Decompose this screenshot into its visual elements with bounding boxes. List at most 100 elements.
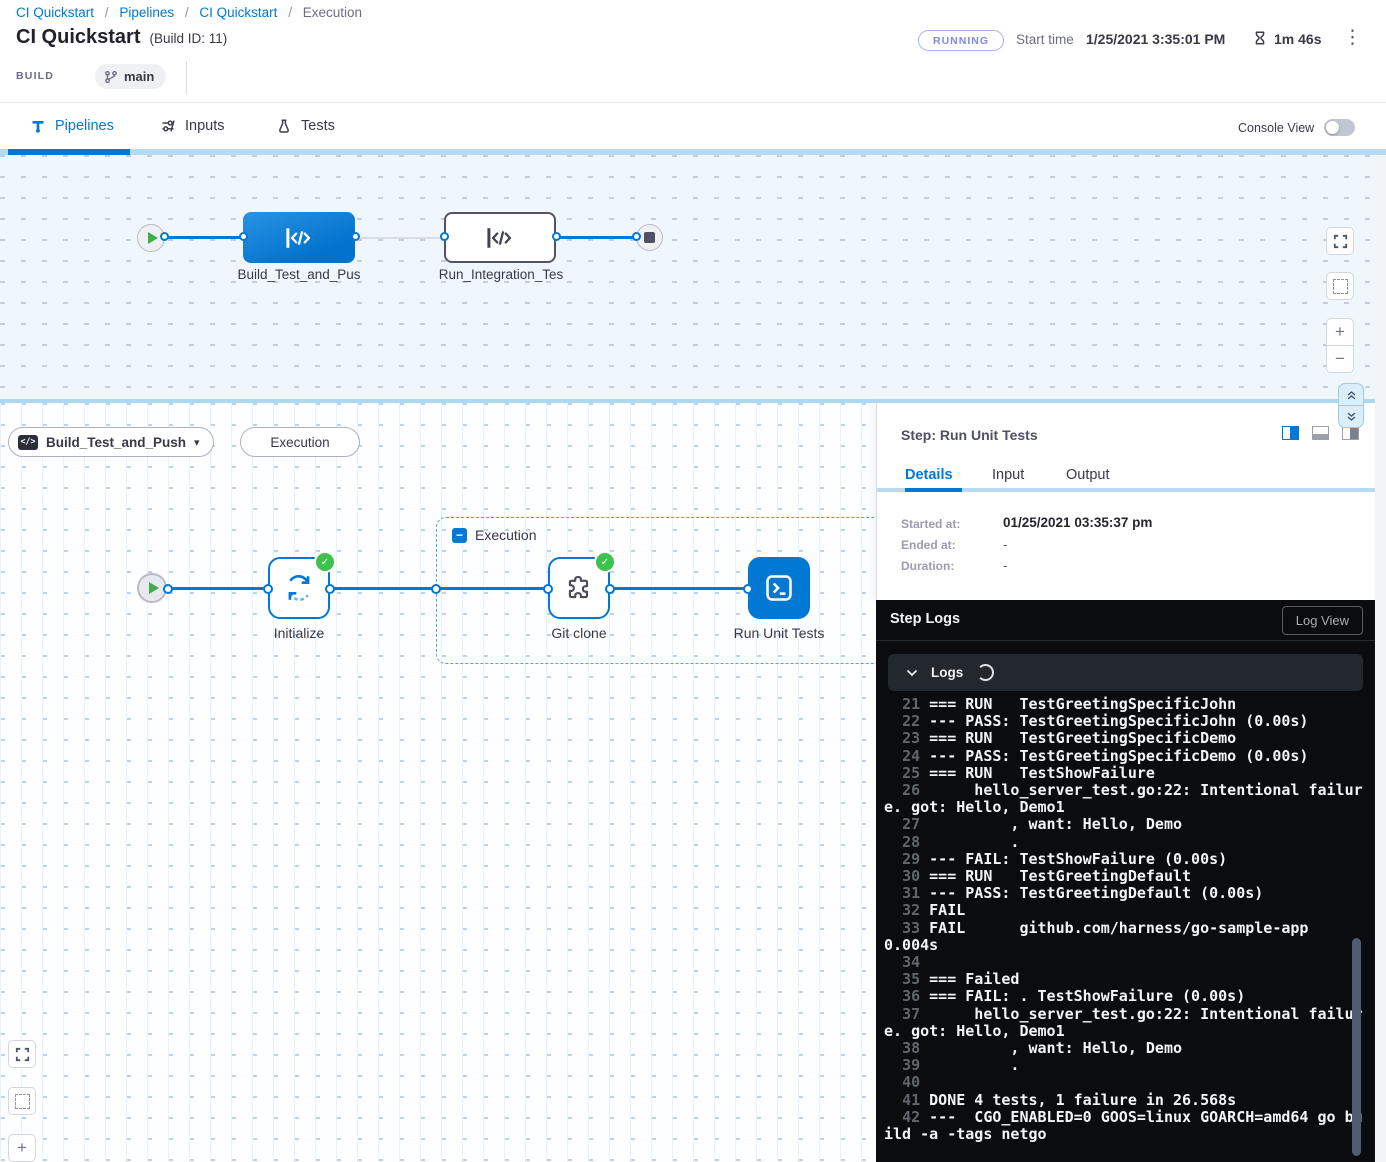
- logs-section-header[interactable]: Logs: [888, 654, 1363, 691]
- port: [325, 584, 335, 594]
- log-line: 33 FAIL github.com/harness/go-sample-app…: [884, 920, 1363, 954]
- step-label: Run Unit Tests: [704, 625, 854, 641]
- tab-inputs[interactable]: Inputs: [160, 118, 225, 134]
- chevron-down-icon: ▾: [194, 436, 200, 449]
- collapse-down-button[interactable]: [1339, 406, 1363, 427]
- code-stage-icon: [484, 226, 516, 250]
- log-line: 41 DONE 4 tests, 1 failure in 26.568s: [884, 1092, 1363, 1109]
- breadcrumb-current: Execution: [303, 5, 362, 20]
- zoom-in-button[interactable]: +: [1327, 319, 1353, 346]
- header-hairline: [0, 102, 1386, 103]
- log-line: 25 === RUN TestShowFailure: [884, 765, 1363, 782]
- port: [160, 232, 169, 241]
- marquee-select-button[interactable]: [1326, 272, 1354, 300]
- detail-value: -: [1003, 558, 1007, 573]
- double-chevron-down-icon: [1345, 411, 1358, 423]
- step-panel-title: Step: Run Unit Tests: [901, 427, 1038, 443]
- log-line-text: FAIL github.com/harness/go-sample-app 0.…: [884, 919, 1354, 954]
- log-line-text: --- FAIL: TestShowFailure (0.00s): [929, 850, 1227, 868]
- terminal-icon: [763, 572, 795, 604]
- breadcrumb-link[interactable]: CI Quickstart: [16, 5, 94, 20]
- log-line-number: 38: [884, 1039, 929, 1057]
- breadcrumb-separator: /: [288, 5, 292, 20]
- tab-label: Inputs: [185, 118, 225, 134]
- log-line: 21 === RUN TestGreetingSpecificJohn: [884, 696, 1363, 713]
- log-line: 32 FAIL: [884, 902, 1363, 919]
- log-line: 40: [884, 1074, 1363, 1091]
- start-time-label: Start time: [1016, 32, 1074, 47]
- step-node-git-clone[interactable]: ✓: [548, 557, 610, 619]
- tab-details[interactable]: Details: [905, 467, 953, 483]
- log-line: 35 === Failed: [884, 971, 1363, 988]
- port: [440, 232, 449, 241]
- log-line-text: === RUN TestShowFailure: [929, 764, 1155, 782]
- toggle-knob: [1326, 121, 1339, 134]
- marquee-select-button[interactable]: [8, 1087, 36, 1115]
- log-line-text: --- CGO_ENABLED=0 GOOS=linux GOARCH=amd6…: [884, 1108, 1363, 1143]
- detail-label: Ended at:: [901, 538, 956, 552]
- success-check-icon: ✓: [314, 551, 336, 573]
- step-node-run-unit-tests[interactable]: [748, 557, 810, 619]
- log-scrollbar[interactable]: [1352, 938, 1361, 1156]
- log-view-button[interactable]: Log View: [1282, 606, 1363, 635]
- zoom-out-button[interactable]: −: [1327, 346, 1353, 372]
- log-line-text: FAIL: [929, 901, 965, 919]
- zoom-in-button[interactable]: +: [8, 1134, 36, 1162]
- detail-value: -: [1003, 537, 1007, 552]
- log-line-number: 21: [884, 695, 929, 713]
- canvas-split-divider[interactable]: [0, 399, 1386, 403]
- log-line-number: 30: [884, 867, 929, 885]
- pipeline-canvas[interactable]: [0, 155, 1386, 399]
- log-line-text: hello_server_test.go:22: Intentional fai…: [884, 1005, 1363, 1040]
- breadcrumb-link[interactable]: CI Quickstart: [199, 5, 277, 20]
- port: [263, 584, 273, 594]
- scroll-gutter: [1375, 155, 1386, 1162]
- step-node-initialize[interactable]: ✓: [268, 557, 330, 619]
- tab-output[interactable]: Output: [1066, 467, 1110, 483]
- log-line-text: === RUN TestGreetingDefault: [929, 867, 1191, 885]
- zoom-controls: + −: [1326, 318, 1354, 373]
- elapsed-time: 1m 46s: [1274, 31, 1321, 47]
- detail-label: Duration:: [901, 559, 954, 573]
- stage-node-build-test-and-push[interactable]: [243, 212, 355, 263]
- detail-label: Started at:: [901, 517, 960, 531]
- log-line: 27 , want: Hello, Demo: [884, 816, 1363, 833]
- tab-input[interactable]: Input: [992, 467, 1024, 483]
- branch-chip[interactable]: main: [95, 64, 166, 89]
- edge: [610, 587, 748, 590]
- layout-bottom-button[interactable]: [1312, 426, 1329, 440]
- code-chip-icon: </>: [18, 435, 38, 450]
- tab-pipelines[interactable]: Pipelines: [30, 118, 114, 134]
- collapse-group-button[interactable]: −: [452, 528, 467, 543]
- stage-node-run-integration-tests[interactable]: [444, 212, 556, 263]
- execution-pill[interactable]: Execution: [240, 427, 360, 457]
- step-logs-panel: Step Logs Log View Logs 21 === RUN TestG…: [876, 600, 1375, 1162]
- breadcrumb-link[interactable]: Pipelines: [119, 5, 174, 20]
- step-logs-title: Step Logs: [890, 611, 960, 627]
- header-divider: [186, 61, 187, 94]
- detail-value: 01/25/2021 03:35:37 pm: [1003, 515, 1152, 530]
- build-id: (Build ID: 11): [149, 31, 227, 46]
- log-line-text: .: [929, 833, 1019, 851]
- panel-tabstrip: [877, 488, 1376, 492]
- log-line-number: 41: [884, 1091, 929, 1109]
- title-row: CI Quickstart (Build ID: 11): [16, 26, 227, 49]
- log-line-number: 24: [884, 747, 929, 765]
- fullscreen-button[interactable]: [8, 1040, 36, 1068]
- fullscreen-button[interactable]: [1326, 227, 1354, 255]
- group-title: Execution: [475, 527, 536, 543]
- log-line-text: .: [929, 1056, 1019, 1074]
- layout-right-button[interactable]: [1342, 426, 1359, 440]
- collapse-up-button[interactable]: [1339, 384, 1363, 406]
- kebab-menu-icon[interactable]: ⋮: [1343, 27, 1362, 49]
- branch-icon: [104, 70, 118, 84]
- log-line: 30 === RUN TestGreetingDefault: [884, 868, 1363, 885]
- edge: [556, 236, 637, 239]
- fullscreen-icon: [15, 1047, 30, 1062]
- log-line-number: 29: [884, 850, 929, 868]
- tab-tests[interactable]: Tests: [276, 118, 335, 134]
- breadcrumb-separator: /: [105, 5, 109, 20]
- stage-selector[interactable]: </> Build_Test_and_Push ▾: [8, 427, 214, 457]
- console-view-toggle[interactable]: [1324, 119, 1355, 136]
- layout-split-right-button[interactable]: [1282, 426, 1299, 440]
